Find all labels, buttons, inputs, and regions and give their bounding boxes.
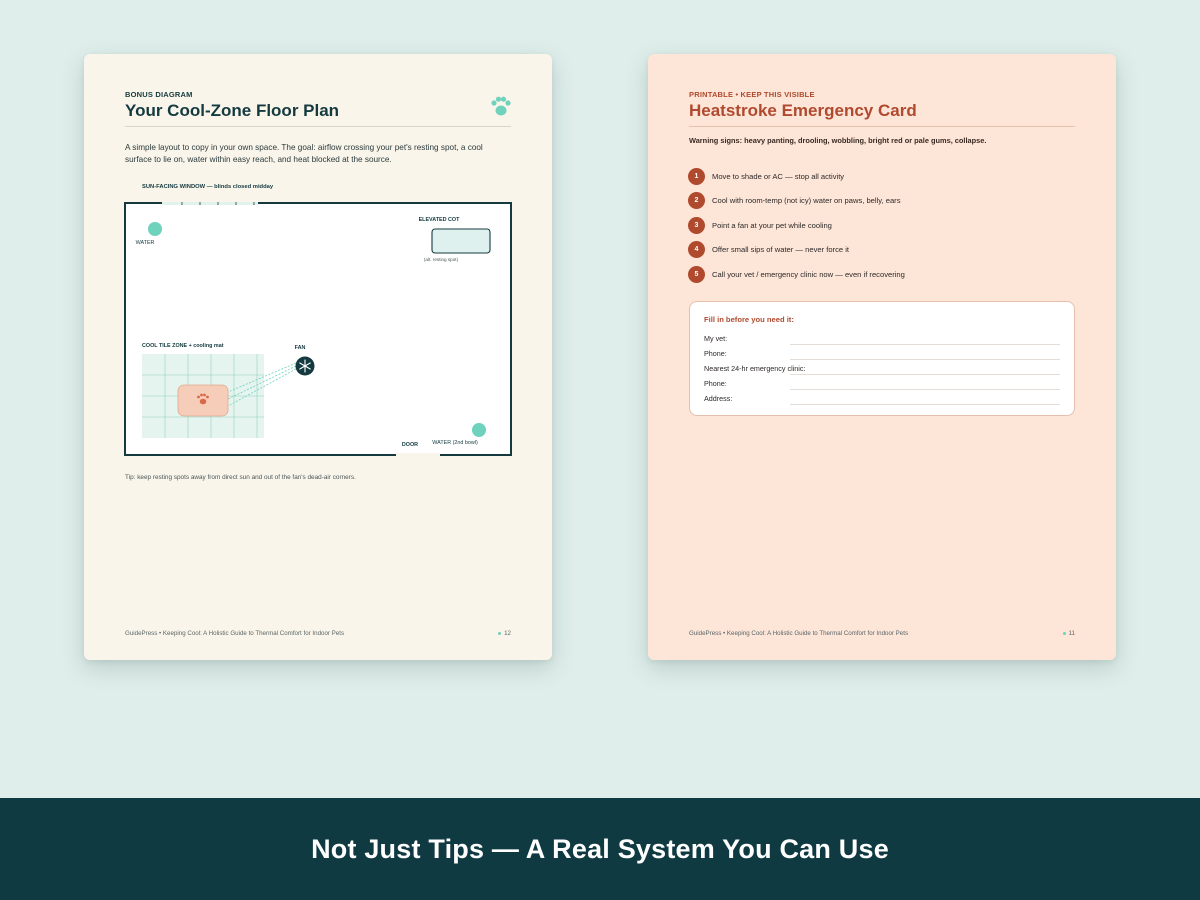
elevated-cot (431, 228, 491, 254)
field-my-vet[interactable]: My vet: (704, 334, 1060, 346)
step-text: Move to shade or AC — stop all activity (712, 171, 845, 181)
step-text: Call your vet / emergency clinic now — e… (712, 269, 905, 279)
page-footer: GuidePress • Keeping Cool: A Holistic Gu… (689, 630, 1075, 637)
water-label: WATER (135, 240, 155, 246)
list-item: 4 Offer small sips of water — never force… (688, 238, 1068, 263)
step-number-badge: 1 (688, 167, 705, 185)
field-label: Nearest 24-hr emergency clinic: (704, 364, 806, 373)
list-item: 2 Cool with room-temp (not icy) water on … (688, 189, 1068, 214)
page-eyebrow: BONUS DIAGRAM (125, 90, 193, 99)
emergency-card-page: PRINTABLE • KEEP THIS VISIBLE Heatstroke… (648, 54, 1116, 660)
step-number-badge: 2 (688, 192, 705, 210)
elevated-cot-sub: (alt. resting spot) (423, 257, 459, 262)
warning-signs: Warning signs: heavy panting, drooling, … (689, 136, 987, 145)
fan-icon (295, 356, 315, 376)
field-label: My vet: (704, 334, 728, 343)
page-title: Your Cool-Zone Floor Plan (125, 101, 340, 120)
page-number-text: 12 (504, 630, 511, 637)
paw-icon (491, 96, 511, 116)
fill-line[interactable] (790, 374, 1060, 375)
water-bowl-icon (472, 423, 486, 437)
list-item: 1 Move to shade or AC — stop all activity (688, 164, 1068, 189)
door-gap (396, 453, 440, 456)
field-label: Phone: (704, 379, 727, 388)
fill-in-card: Fill in before you need it: My vet: Phon… (689, 301, 1075, 416)
page-number-text: 11 (1068, 630, 1075, 637)
field-nearest-clinic[interactable]: Nearest 24-hr emergency clinic: (704, 364, 1060, 376)
step-text: Cool with room-temp (not icy) water on p… (712, 196, 901, 206)
page-eyebrow: PRINTABLE • KEEP THIS VISIBLE (689, 90, 815, 99)
fill-line[interactable] (790, 389, 1060, 390)
tile-zone-label: COOL TILE ZONE + cooling mat (142, 343, 224, 349)
step-list: 1 Move to shade or AC — stop all activity… (688, 164, 1068, 287)
step-number-badge: 5 (688, 265, 705, 283)
step-text: Point a fan at your pet while cooling (712, 220, 832, 230)
field-label: Phone: (704, 349, 727, 358)
field-address[interactable]: Address: (704, 394, 1060, 406)
field-clinic-phone[interactable]: Phone: (704, 379, 1060, 391)
fill-line[interactable] (790, 344, 1060, 345)
field-label: Address: (704, 394, 733, 403)
tip-text: Tip: keep resting spots away from direct… (125, 474, 356, 481)
footer-publisher: GuidePress • Keeping Cool: A Holistic Gu… (689, 630, 909, 637)
door-label: DOOR (401, 442, 419, 448)
water-bowl-icon (148, 222, 162, 236)
step-number-badge: 3 (688, 216, 705, 234)
elevated-cot-label: ELEVATED COT (418, 217, 460, 223)
floor-plan-page: BONUS DIAGRAM Your Cool-Zone Floor Plan … (84, 54, 552, 660)
intro-paragraph: A simple layout to copy in your own spac… (125, 143, 483, 164)
title-divider (125, 126, 511, 127)
window-label: SUN-FACING WINDOW — blinds closed midday (142, 184, 274, 190)
title-divider (689, 126, 1075, 127)
card-title: Fill in before you need it: (704, 315, 794, 324)
list-item: 5 Call your vet / emergency clinic now — … (688, 262, 1068, 287)
field-phone[interactable]: Phone: (704, 349, 1060, 361)
dot-icon (498, 632, 502, 635)
list-item: 3 Point a fan at your pet while cooling (688, 213, 1068, 238)
page-title: Heatstroke Emergency Card (689, 101, 917, 120)
fill-line[interactable] (790, 404, 1060, 405)
water2-label: WATER (2nd bowl) (432, 440, 478, 446)
dot-icon (1062, 632, 1066, 635)
window (162, 202, 258, 205)
floor-plan-diagram (124, 202, 512, 456)
page-number: 11 (1062, 630, 1075, 637)
fill-line[interactable] (790, 359, 1060, 360)
bottom-banner: Not Just Tips — A Real System You Can Us… (0, 798, 1200, 900)
step-number-badge: 4 (688, 241, 705, 259)
page-number: 12 (498, 630, 511, 637)
footer-publisher: GuidePress • Keeping Cool: A Holistic Gu… (125, 630, 345, 637)
fan-label: FAN (294, 345, 306, 351)
banner-headline: Not Just Tips — A Real System You Can Us… (311, 833, 889, 864)
step-text: Offer small sips of water — never force … (712, 245, 850, 255)
page-footer: GuidePress • Keeping Cool: A Holistic Gu… (125, 630, 511, 637)
